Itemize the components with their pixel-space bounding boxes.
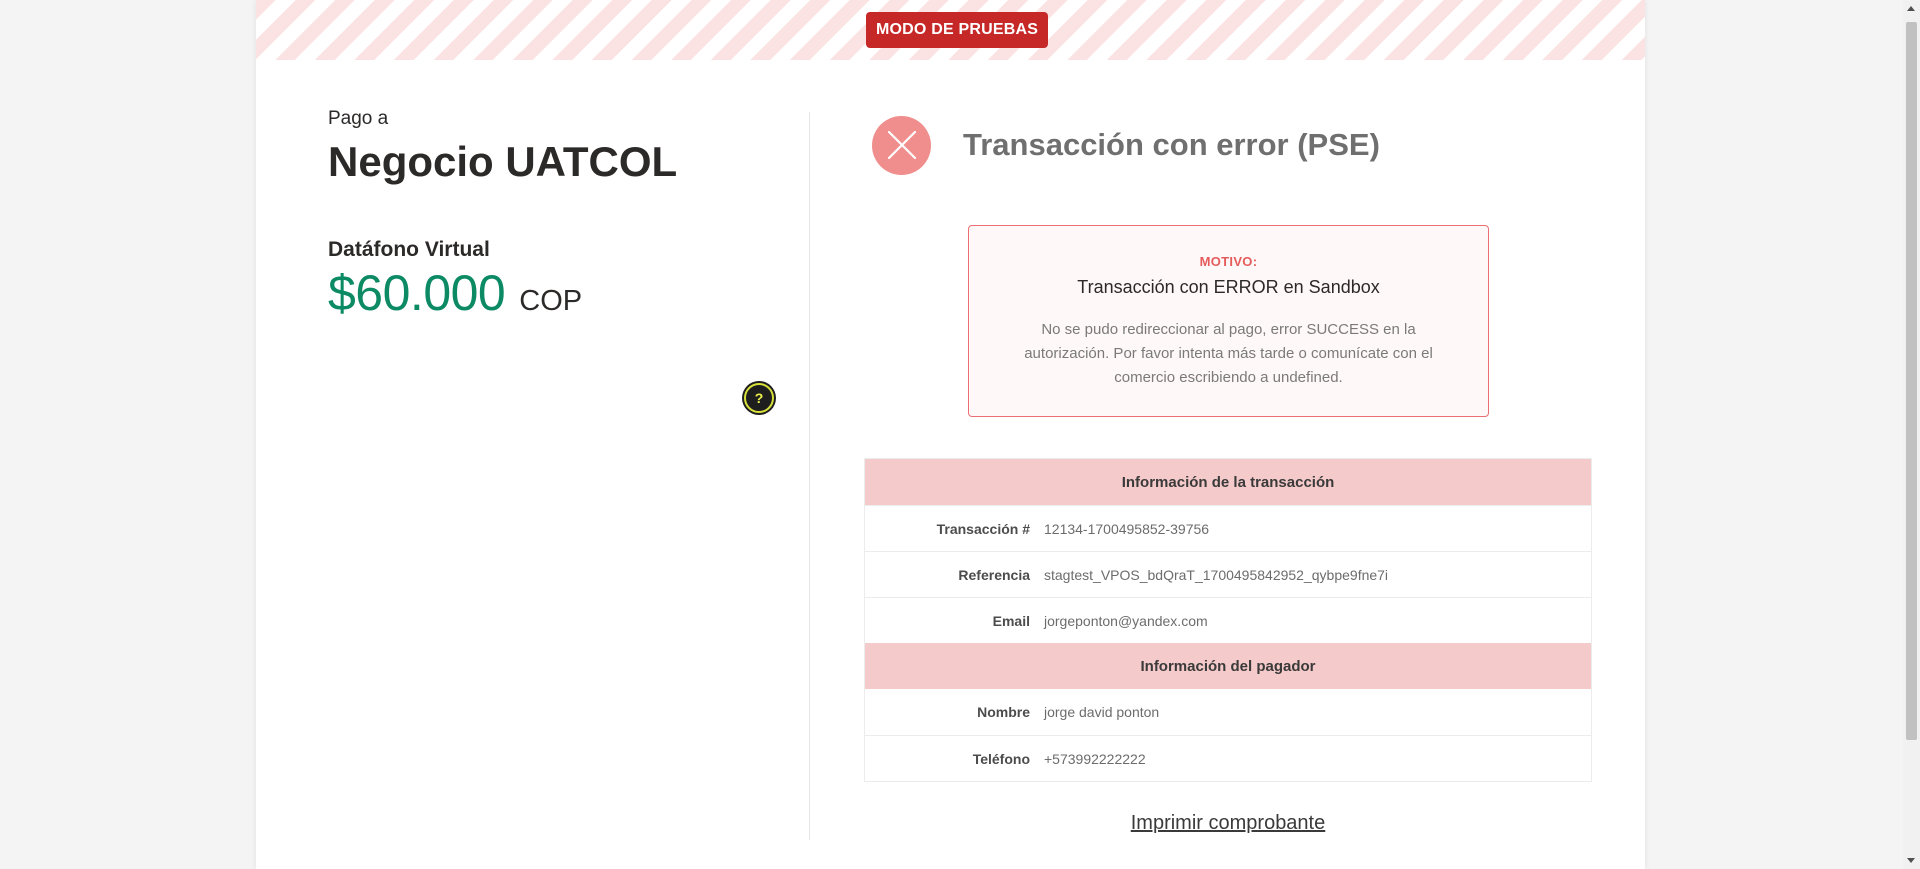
table-row: Transacción # 12134-1700495852-39756: [865, 505, 1591, 551]
merchant-name: Negocio UATCOL: [328, 138, 678, 185]
scroll-up-icon[interactable]: [1907, 6, 1915, 11]
amount-row: $60.000 COP: [328, 264, 778, 322]
error-reason-box: MOTIVO: Transacción con ERROR en Sandbox…: [968, 225, 1489, 417]
transaction-details-table: Información de la transacción Transacció…: [864, 458, 1592, 782]
scroll-down-icon[interactable]: [1907, 858, 1915, 863]
product-name: Datáfono Virtual: [328, 238, 490, 261]
close-icon: [887, 130, 916, 160]
error-status-icon: [872, 115, 931, 175]
transaction-info-header: Información de la transacción: [865, 459, 1591, 505]
row-value: jorge david ponton: [1044, 704, 1160, 720]
help-icon: ?: [754, 390, 764, 406]
row-value: stagtest_VPOS_bdQraT_1700495842952_qybpe…: [1044, 566, 1389, 583]
sandbox-mode-badge: MODO DE PRUEBAS: [866, 12, 1049, 48]
payer-info-header: Información del pagador: [865, 643, 1591, 689]
print-receipt-link[interactable]: Imprimir comprobante: [864, 812, 1592, 835]
checkout-page: MODO DE PRUEBAS Pago a Negocio UATCOL Da…: [256, 0, 1645, 869]
row-label: Transacción #: [936, 520, 1030, 537]
column-divider: [809, 112, 810, 840]
sandbox-banner: MODO DE PRUEBAS: [256, 0, 1645, 60]
reason-description: No se pudo redireccionar al pago, error …: [1024, 321, 1433, 386]
row-label: Nombre: [977, 704, 1030, 720]
transaction-result: Transacción con error (PSE) MOTIVO: Tran…: [864, 100, 1594, 834]
table-row: Teléfono +573992222222: [865, 735, 1591, 781]
row-label: Email: [992, 612, 1030, 629]
row-label: Referencia: [958, 566, 1030, 583]
scrollbar-thumb[interactable]: [1906, 22, 1917, 740]
table-row: Referencia stagtest_VPOS_bdQraT_17004958…: [865, 551, 1591, 597]
help-button[interactable]: ?: [744, 383, 774, 413]
row-label: Teléfono: [972, 750, 1030, 767]
pay-to-label: Pago a: [328, 108, 389, 129]
row-value: jorgeponton@yandex.com: [1044, 612, 1208, 629]
merchant-summary: Pago a Negocio UATCOL Datáfono Virtual $…: [328, 108, 778, 322]
currency-code: COP: [519, 285, 583, 317]
row-value: +573992222222: [1044, 750, 1146, 767]
reason-title: Transacción con ERROR en Sandbox: [1077, 277, 1380, 297]
status-title: Transacción con error (PSE): [963, 127, 1380, 162]
status-header: Transacción con error (PSE): [864, 100, 1594, 190]
amount-value: $60.000: [328, 265, 506, 321]
row-value: 12134-1700495852-39756: [1044, 520, 1210, 537]
vertical-scrollbar[interactable]: [1903, 0, 1920, 869]
reason-label: MOTIVO:: [1199, 254, 1258, 269]
table-row: Nombre jorge david ponton: [865, 689, 1591, 735]
table-row: Email jorgeponton@yandex.com: [865, 597, 1591, 643]
